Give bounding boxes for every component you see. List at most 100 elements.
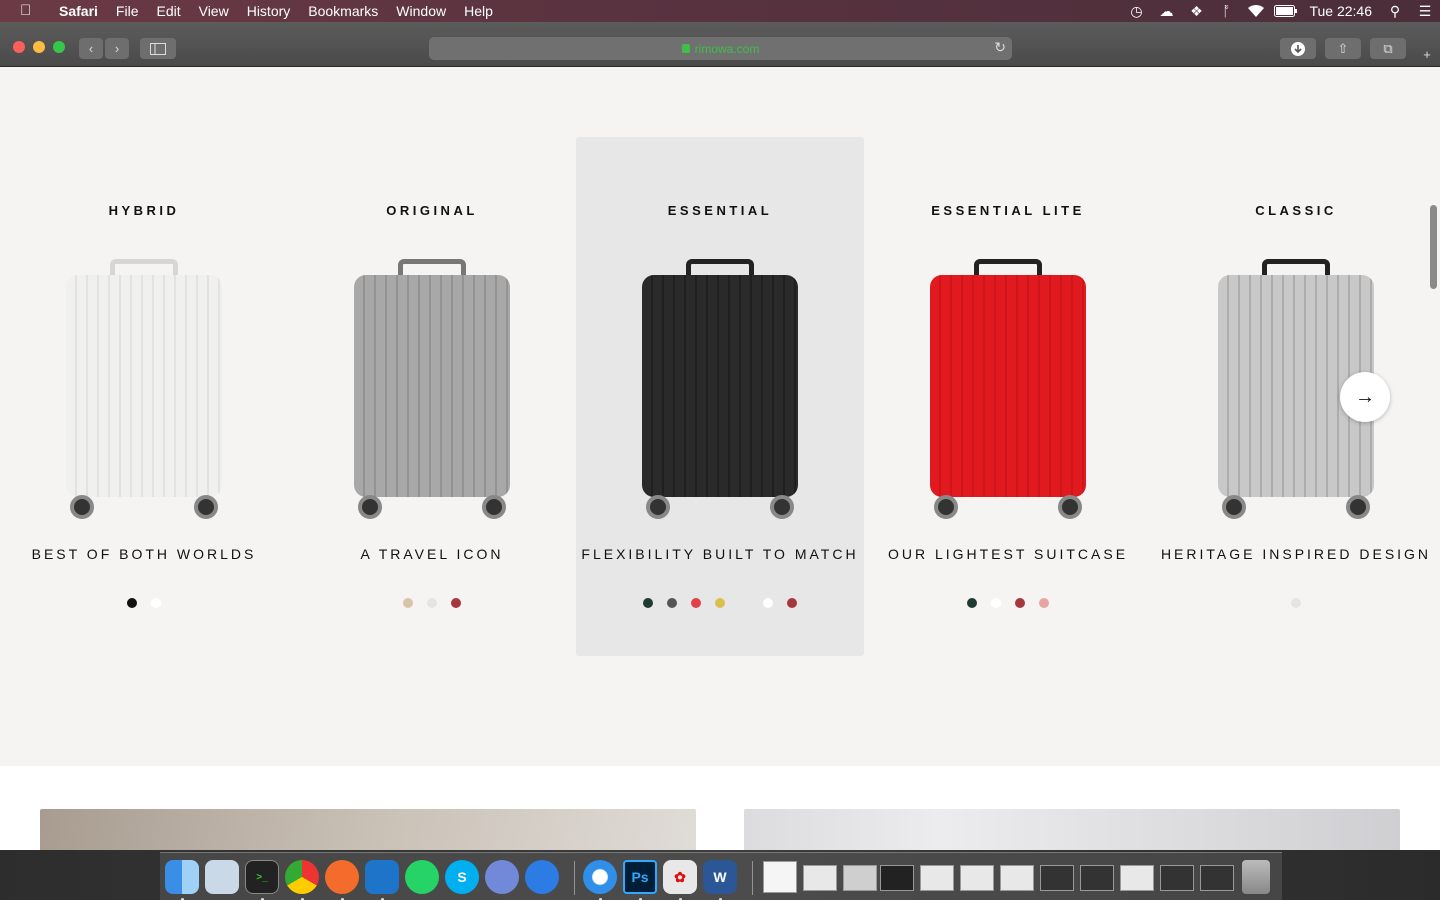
lock-icon xyxy=(681,44,690,53)
color-swatch[interactable] xyxy=(787,598,797,608)
discord-icon[interactable] xyxy=(485,860,519,894)
terminal-icon[interactable]: >_ xyxy=(245,860,279,894)
whatsapp-icon[interactable] xyxy=(405,860,439,894)
document-thumbnail[interactable] xyxy=(763,861,797,893)
minimized-window-thumbnail[interactable] xyxy=(880,865,914,891)
minimized-window-thumbnail[interactable] xyxy=(1160,865,1194,891)
color-swatch[interactable] xyxy=(1039,598,1049,608)
carousel-next-button[interactable]: → xyxy=(1340,372,1390,422)
postman-icon[interactable] xyxy=(325,860,359,894)
color-swatch[interactable] xyxy=(1015,598,1025,608)
promo-image-left[interactable] xyxy=(40,809,696,850)
skype-icon[interactable]: S xyxy=(445,860,479,894)
maps-pin-icon[interactable] xyxy=(525,860,559,894)
acrobat-icon[interactable]: ✿ xyxy=(663,860,697,894)
color-swatch[interactable] xyxy=(991,598,1001,608)
suitcase-wheel xyxy=(770,495,794,519)
color-swatch[interactable] xyxy=(763,598,773,608)
forward-button[interactable]: › xyxy=(105,38,129,59)
minimized-window-thumbnail[interactable] xyxy=(1080,865,1114,891)
color-swatches xyxy=(1152,598,1440,608)
time-machine-icon[interactable]: ◷ xyxy=(1121,0,1151,22)
photoshop-icon[interactable]: Ps xyxy=(623,860,657,894)
suitcase-wheel xyxy=(194,495,218,519)
suitcase-ribs xyxy=(930,275,1086,497)
color-swatch[interactable] xyxy=(967,598,977,608)
new-tab-button[interactable]: + xyxy=(1416,44,1438,65)
minimized-window-thumbnail[interactable] xyxy=(803,865,837,891)
sidebar-icon xyxy=(150,42,166,55)
close-window-button[interactable] xyxy=(13,41,25,53)
menu-history[interactable]: History xyxy=(238,0,300,22)
color-swatch[interactable] xyxy=(403,598,413,608)
creative-cloud-icon[interactable]: ☁ xyxy=(1151,0,1181,22)
finder-icon[interactable] xyxy=(165,860,199,894)
menu-bar:  Safari File Edit View History Bookmark… xyxy=(0,0,1440,22)
color-swatch[interactable] xyxy=(667,598,677,608)
color-swatch[interactable] xyxy=(691,598,701,608)
battery-icon[interactable] xyxy=(1271,0,1301,22)
dock-separator xyxy=(752,861,753,895)
back-button[interactable]: ‹ xyxy=(79,38,103,59)
bluetooth-icon[interactable]: ᚩ xyxy=(1211,0,1241,22)
chevron-left-icon: ‹ xyxy=(88,41,94,56)
safari-icon[interactable] xyxy=(583,860,617,894)
tabs-overview-button[interactable]: ⧉ xyxy=(1370,38,1406,59)
promo-image-right[interactable] xyxy=(744,809,1400,850)
arrow-right-icon: → xyxy=(1355,385,1375,408)
minimized-window-thumbnail[interactable] xyxy=(960,865,994,891)
word-icon[interactable]: W xyxy=(703,860,737,894)
menu-help[interactable]: Help xyxy=(455,0,502,22)
address-bar[interactable]: rimowa.com ↻ xyxy=(429,37,1012,60)
product-tagline: OUR LIGHTEST SUITCASE xyxy=(887,546,1129,562)
menu-bookmarks[interactable]: Bookmarks xyxy=(299,0,387,22)
menu-view[interactable]: View xyxy=(190,0,238,22)
menu-edit[interactable]: Edit xyxy=(147,0,189,22)
suitcase-image xyxy=(636,257,804,527)
product-card-hybrid[interactable]: HYBRID BEST OF BOTH WORLDS xyxy=(0,137,288,656)
dock-separator xyxy=(574,861,575,895)
share-button[interactable]: ⇧ xyxy=(1325,38,1361,59)
minimized-window-thumbnail[interactable] xyxy=(1000,865,1034,891)
page-scrollbar[interactable] xyxy=(1430,205,1437,289)
trash-icon[interactable] xyxy=(1242,860,1270,894)
app-menu[interactable]: Safari xyxy=(50,0,107,22)
wifi-icon[interactable] xyxy=(1241,0,1271,22)
product-card-classic[interactable]: CLASSIC HERITAGE INSPIRED DESIGN xyxy=(1152,137,1440,656)
dropbox-icon[interactable]: ❖ xyxy=(1181,0,1211,22)
chrome-icon[interactable] xyxy=(285,860,319,894)
suitcase-ribs xyxy=(66,275,222,497)
minimize-window-button[interactable] xyxy=(33,41,45,53)
minimized-window-thumbnail[interactable] xyxy=(1200,865,1234,891)
vscode-icon[interactable] xyxy=(365,860,399,894)
minimized-window-thumbnail[interactable] xyxy=(843,865,877,891)
color-swatch[interactable] xyxy=(451,598,461,608)
color-swatch[interactable] xyxy=(643,598,653,608)
apple-menu-icon[interactable]:  xyxy=(20,3,36,19)
product-card-essential-lite[interactable]: ESSENTIAL LITE OUR LIGHTEST SUITCASE xyxy=(864,137,1152,656)
preview-icon[interactable] xyxy=(205,860,239,894)
spotlight-icon[interactable]: ⚲ xyxy=(1380,0,1410,22)
color-swatch[interactable] xyxy=(151,598,161,608)
reload-icon[interactable]: ↻ xyxy=(994,39,1006,56)
minimized-window-thumbnail[interactable] xyxy=(1120,865,1154,891)
product-card-original[interactable]: ORIGINAL A TRAVEL ICON xyxy=(288,137,576,656)
menu-window[interactable]: Window xyxy=(387,0,455,22)
menu-clock[interactable]: Tue 22:46 xyxy=(1301,0,1380,22)
minimized-window-thumbnail[interactable] xyxy=(1040,865,1074,891)
notification-center-icon[interactable]: ☰ xyxy=(1410,0,1440,22)
dock-background: >_ S Ps ✿ W xyxy=(0,850,1440,900)
color-swatch[interactable] xyxy=(127,598,137,608)
color-swatch[interactable] xyxy=(1291,598,1301,608)
address-text: rimowa.com xyxy=(694,41,760,56)
color-swatch[interactable] xyxy=(715,598,725,608)
menu-file[interactable]: File xyxy=(107,0,148,22)
zoom-window-button[interactable] xyxy=(53,41,65,53)
color-swatch[interactable] xyxy=(427,598,437,608)
sidebar-toggle-button[interactable] xyxy=(140,38,176,59)
product-card-essential[interactable]: ESSENTIAL FLEXIBILITY BUILT TO MATCH xyxy=(576,137,864,656)
plus-icon: + xyxy=(1423,47,1431,62)
color-swatch[interactable] xyxy=(739,598,749,608)
minimized-window-thumbnail[interactable] xyxy=(920,865,954,891)
downloads-button[interactable] xyxy=(1280,38,1316,59)
